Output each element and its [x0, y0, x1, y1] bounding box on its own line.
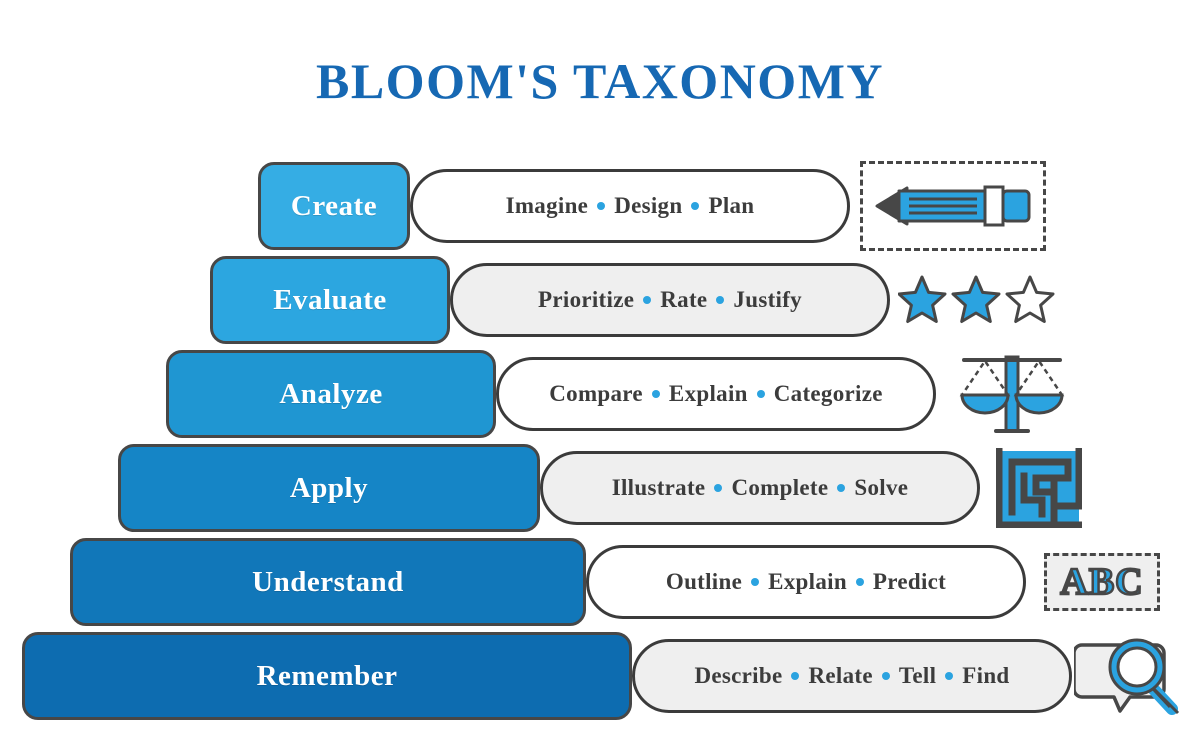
taxonomy-level-row: Analyze Compare Explain Categorize [0, 346, 1200, 442]
verb: Plan [708, 193, 755, 218]
star-filled-icon [951, 275, 1001, 323]
pencil-icon-frame [860, 161, 1046, 251]
verb: Categorize [773, 381, 883, 406]
verb: Illustrate [611, 475, 706, 500]
verb: Tell [898, 663, 937, 688]
taxonomy-level-row: Remember Describe Relate Tell Find [0, 628, 1200, 724]
verb-list: Describe Relate Tell Find [694, 663, 1009, 689]
verb: Outline [665, 569, 743, 594]
level-icon-slot: ABC [1044, 534, 1160, 630]
bullet-separator-icon [756, 390, 765, 398]
bullet-separator-icon [855, 578, 864, 586]
verb-pill-understand[interactable]: Outline Explain Predict [586, 545, 1026, 619]
level-label: Remember [256, 659, 398, 692]
level-icon-slot [958, 346, 1066, 442]
star-filled-icon [898, 275, 947, 323]
verb: Find [962, 663, 1010, 688]
level-icon-slot [898, 252, 1056, 348]
verb-pill-remember[interactable]: Describe Relate Tell Find [632, 639, 1072, 713]
star-empty-icon [1005, 275, 1055, 323]
maze-icon [996, 448, 1082, 528]
verb-list: Imagine Design Plan [506, 193, 755, 219]
verb-list: Outline Explain Predict [666, 569, 946, 595]
verb: Design [614, 193, 683, 218]
level-label: Create [290, 189, 378, 222]
bullet-separator-icon [714, 484, 723, 492]
bullet-separator-icon [791, 672, 800, 680]
bullet-separator-icon [945, 672, 954, 680]
level-bar-understand[interactable]: Understand [70, 538, 586, 626]
level-bar-apply[interactable]: Apply [118, 444, 540, 532]
verb: Imagine [505, 193, 589, 218]
verb: Complete [731, 475, 829, 500]
level-bar-evaluate[interactable]: Evaluate [210, 256, 450, 344]
verb-list: Prioritize Rate Justify [538, 287, 802, 313]
level-icon-slot [1074, 628, 1180, 724]
level-bar-remember[interactable]: Remember [22, 632, 632, 720]
verb-pill-evaluate[interactable]: Prioritize Rate Justify [450, 263, 890, 337]
stars-icon [898, 275, 1055, 323]
bullet-separator-icon [597, 202, 606, 210]
verb: Compare [549, 381, 643, 406]
page-title: BLOOM'S TAXONOMY [315, 53, 885, 109]
search-bubble-icon [1074, 638, 1180, 715]
abc-icon-frame: ABC [1044, 553, 1160, 611]
verb-pill-analyze[interactable]: Compare Explain Categorize [496, 357, 936, 431]
verb-pill-create[interactable]: Imagine Design Plan [410, 169, 850, 243]
verb: Explain [768, 569, 847, 594]
scales-icon [959, 355, 1065, 433]
bullet-separator-icon [837, 484, 846, 492]
abc-icon: ABC [1059, 560, 1144, 605]
level-bar-analyze[interactable]: Analyze [166, 350, 496, 438]
bullet-separator-icon [751, 578, 760, 586]
bullet-separator-icon [881, 672, 890, 680]
verb: Justify [733, 287, 802, 312]
bullet-separator-icon [691, 202, 700, 210]
verb-list: Illustrate Complete Solve [612, 475, 909, 501]
verb-list: Compare Explain Categorize [549, 381, 882, 407]
verb: Relate [808, 663, 873, 688]
bullet-separator-icon [643, 296, 652, 304]
level-icon-slot [996, 440, 1082, 536]
verb-pill-apply[interactable]: Illustrate Complete Solve [540, 451, 980, 525]
level-bar-create[interactable]: Create [258, 162, 410, 250]
verb: Solve [854, 475, 909, 500]
pencil-icon [875, 185, 1031, 227]
level-label: Evaluate [273, 283, 387, 316]
taxonomy-level-row: Create Imagine Design Plan [0, 158, 1200, 254]
verb: Describe [694, 663, 783, 688]
level-label: Understand [252, 565, 404, 598]
level-icon-slot [860, 158, 1046, 254]
blooms-taxonomy-infographic: BLOOM'S TAXONOMY Create Imagine Design Plan… [0, 0, 1200, 750]
bullet-separator-icon [651, 390, 660, 398]
verb: Prioritize [538, 287, 635, 312]
verb: Rate [660, 287, 708, 312]
verb: Predict [872, 569, 947, 594]
verb: Explain [668, 381, 748, 406]
level-label: Analyze [279, 377, 383, 410]
taxonomy-level-row: Evaluate Prioritize Rate Justify [0, 252, 1200, 348]
level-label: Apply [289, 471, 369, 504]
bullet-separator-icon [716, 296, 725, 304]
taxonomy-level-row: Apply Illustrate Complete Solve [0, 440, 1200, 536]
taxonomy-level-row: Understand Outline Explain Predict ABC [0, 534, 1200, 630]
